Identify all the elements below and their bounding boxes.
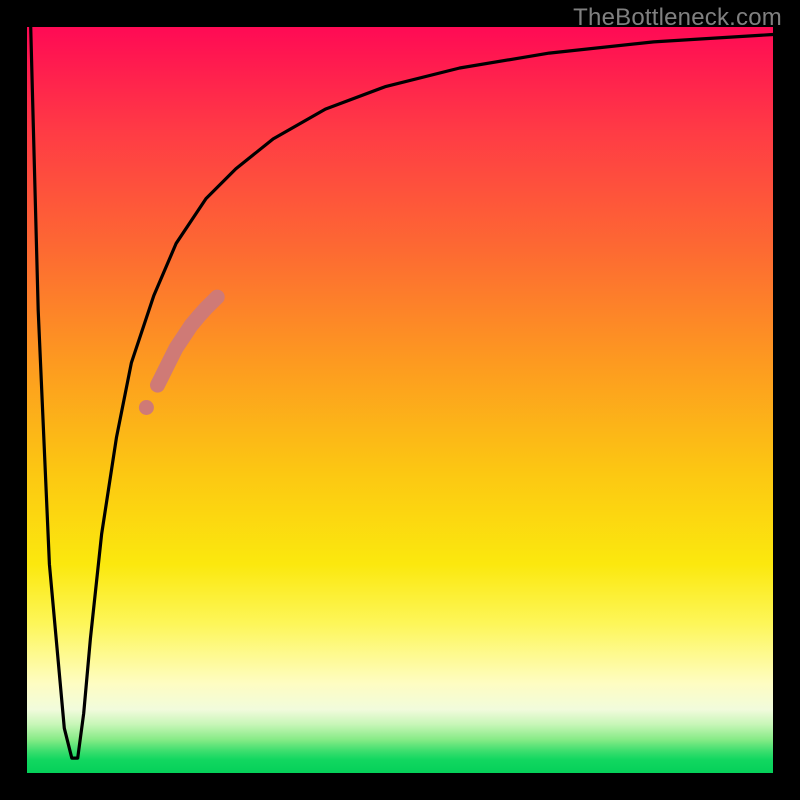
highlight-dot-low [139,400,154,415]
bottleneck-curve [31,27,773,758]
plot-area [27,27,773,773]
chart-stage: TheBottleneck.com [0,0,800,800]
highlight-band [158,297,218,385]
curve-layer [27,27,773,773]
